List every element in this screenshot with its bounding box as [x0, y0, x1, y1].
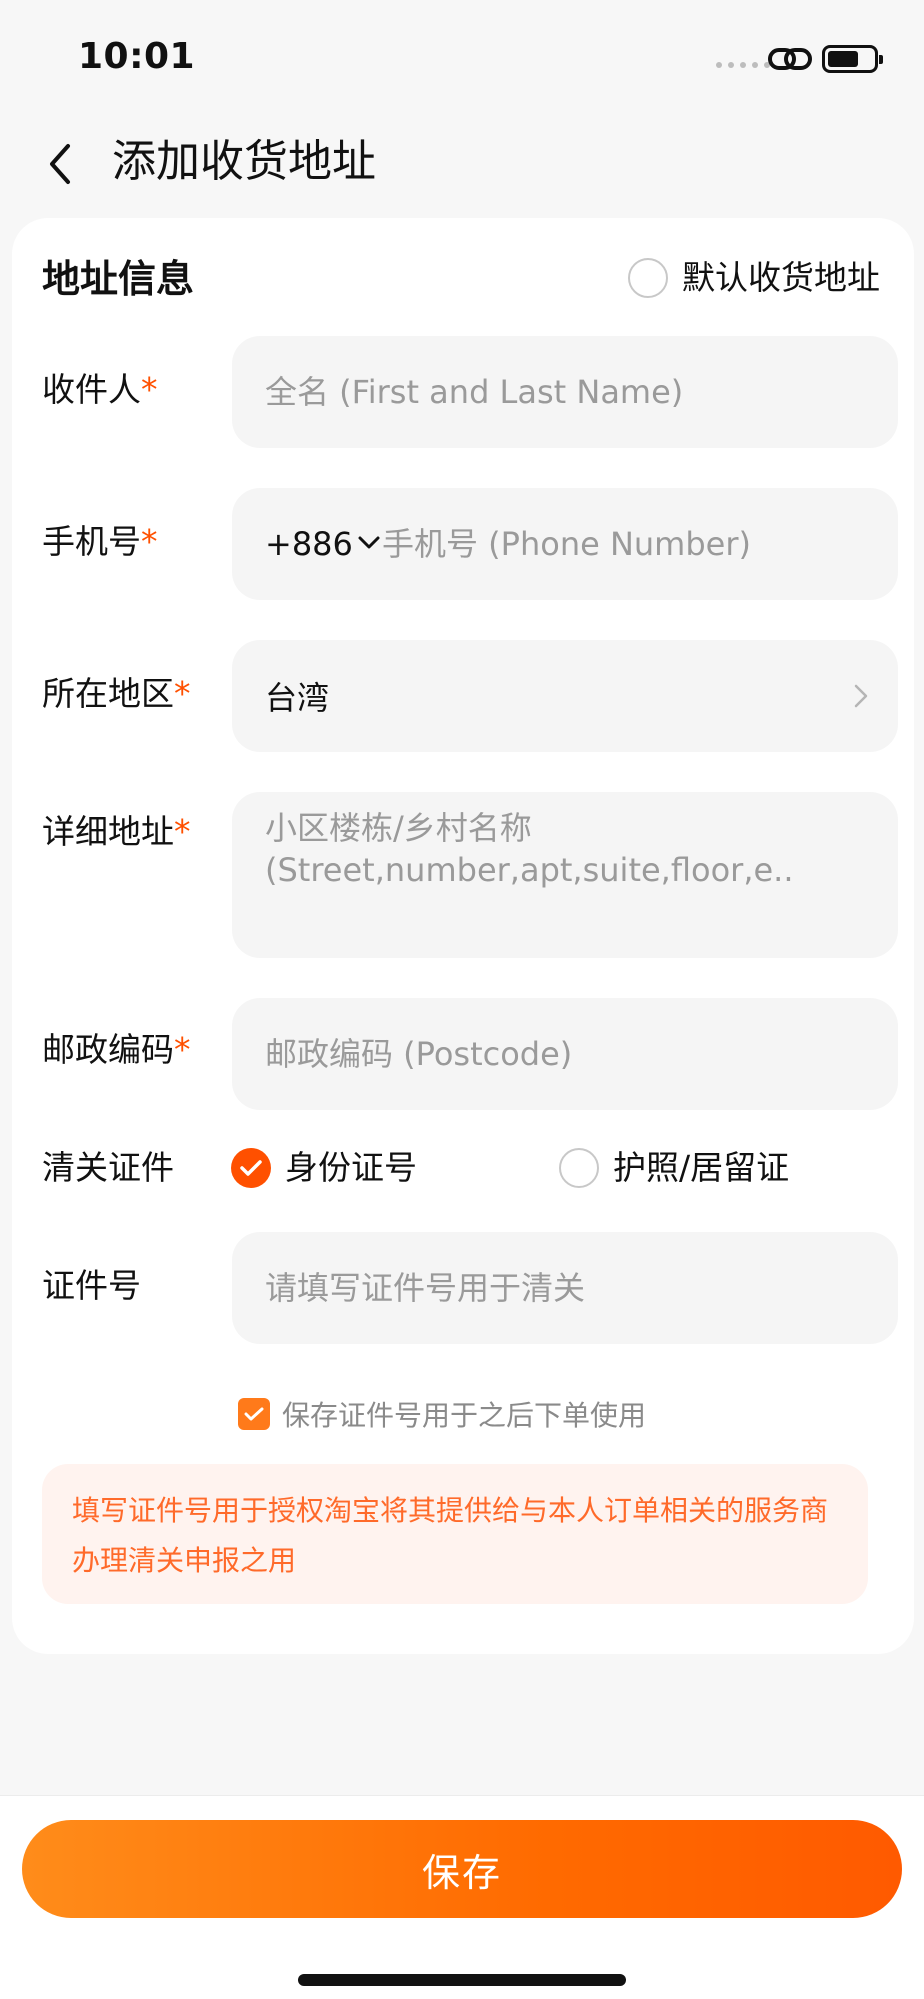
- back-arrow-icon: [50, 144, 70, 184]
- address-placeholder-line1: 小区楼栋/乡村名称: [265, 809, 532, 847]
- bottom-bar: 保存: [0, 1795, 924, 1999]
- back-button[interactable]: [40, 140, 80, 188]
- id-card-radio[interactable]: [231, 1148, 271, 1188]
- nav-bar: 添加收货地址: [0, 118, 924, 208]
- page-title: 添加收货地址: [112, 136, 376, 187]
- required-mark: *: [174, 674, 191, 713]
- required-mark: *: [174, 812, 191, 851]
- passport-radio[interactable]: [559, 1148, 599, 1188]
- save-id-option[interactable]: 保存证件号用于之后下单使用: [238, 1394, 646, 1434]
- address-label: 详细地址*: [42, 810, 191, 854]
- home-indicator: [298, 1974, 626, 1986]
- phone-label: 手机号*: [42, 520, 158, 564]
- check-icon: [240, 1160, 262, 1176]
- customs-option-id-card[interactable]: 身份证号: [231, 1146, 417, 1190]
- link-icon: [768, 48, 812, 70]
- address-form-card: 地址信息 默认收货地址 收件人* 全名 (First and Last Name…: [12, 218, 914, 1654]
- id-number-input[interactable]: 请填写证件号用于清关: [232, 1232, 898, 1344]
- address-label-text: 详细地址: [42, 812, 174, 851]
- id-number-label: 证件号: [42, 1266, 141, 1305]
- save-id-checkbox[interactable]: [238, 1398, 270, 1430]
- customs-notice: 填写证件号用于授权淘宝将其提供给与本人订单相关的服务商办理清关申报之用: [42, 1464, 868, 1604]
- postcode-label: 邮政编码*: [42, 1028, 191, 1072]
- id-number-placeholder: 请填写证件号用于清关: [265, 1269, 586, 1307]
- default-address-toggle[interactable]: 默认收货地址: [628, 256, 880, 300]
- postcode-label-text: 邮政编码: [42, 1030, 174, 1069]
- recipient-placeholder: 全名 (First and Last Name): [265, 373, 684, 411]
- default-radio[interactable]: [628, 258, 668, 298]
- signal-icon: [716, 62, 770, 68]
- status-time: 10:01: [78, 36, 196, 77]
- customs-option-passport[interactable]: 护照/居留证: [559, 1146, 789, 1190]
- default-address-label: 默认收货地址: [682, 258, 880, 297]
- save-button[interactable]: 保存: [22, 1820, 902, 1918]
- chevron-down-icon[interactable]: [358, 536, 380, 550]
- battery-icon: [822, 45, 883, 73]
- region-value: 台湾: [265, 679, 330, 717]
- save-id-label: 保存证件号用于之后下单使用: [282, 1399, 647, 1432]
- phone-input[interactable]: 手机号 (Phone Number): [382, 522, 751, 566]
- chevron-right-icon: [854, 684, 868, 708]
- phone-field: +886 手机号 (Phone Number): [232, 488, 898, 600]
- phone-label-text: 手机号: [42, 522, 141, 561]
- region-label: 所在地区*: [42, 672, 191, 716]
- postcode-input[interactable]: 邮政编码 (Postcode): [232, 998, 898, 1110]
- address-placeholder-line2: (Street,number,apt,suite,floor,e..: [265, 851, 794, 889]
- recipient-label: 收件人*: [42, 368, 158, 412]
- check-icon: [244, 1407, 264, 1421]
- id-card-label: 身份证号: [285, 1148, 417, 1187]
- required-mark: *: [141, 370, 158, 409]
- address-textarea[interactable]: 小区楼栋/乡村名称 (Street,number,apt,suite,floor…: [232, 792, 898, 958]
- region-select[interactable]: 台湾: [232, 640, 898, 752]
- customs-doc-label: 清关证件: [42, 1148, 174, 1187]
- section-title: 地址信息: [42, 257, 195, 301]
- country-code-select[interactable]: +886: [265, 522, 353, 566]
- region-label-text: 所在地区: [42, 674, 174, 713]
- recipient-label-text: 收件人: [42, 370, 141, 409]
- passport-label: 护照/居留证: [613, 1148, 790, 1187]
- required-mark: *: [141, 522, 158, 561]
- postcode-placeholder: 邮政编码 (Postcode): [265, 1035, 573, 1073]
- required-mark: *: [174, 1030, 191, 1069]
- status-bar: 10:01: [0, 0, 924, 110]
- recipient-input[interactable]: 全名 (First and Last Name): [232, 336, 898, 448]
